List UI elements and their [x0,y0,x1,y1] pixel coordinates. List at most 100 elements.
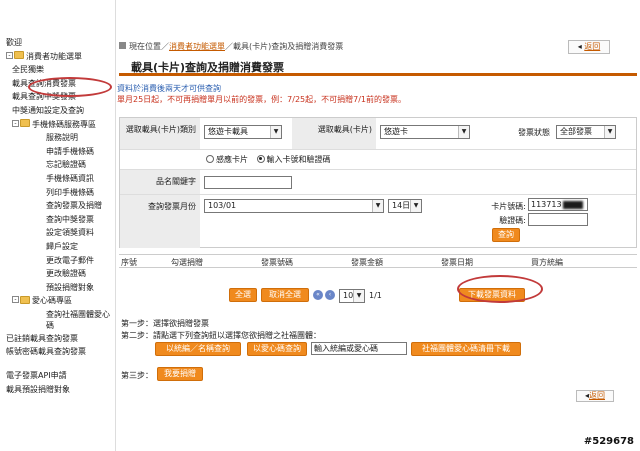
sidebar-item[interactable]: 歸戶設定 [0,240,115,254]
col-invoice-no: 發票號碼 [261,258,293,267]
arrow-icon [119,42,126,49]
back-button-bottom[interactable]: ◂返回 [576,390,614,402]
sidebar-item-label: 查詢社福團體愛心碼 [46,309,110,330]
sidebar-item[interactable]: 已註銷載具查詢發票 [0,332,115,346]
col-buyer-id: 買方統編 [531,258,563,267]
search-by-id-button[interactable]: 以統編／名稱查詢 [155,342,241,356]
page-size-select[interactable]: 10 ▼ [339,289,365,303]
back-button-top[interactable]: ◂ 返回 [568,40,610,54]
sidebar-item-label: 歸戶設定 [46,241,78,251]
breadcrumb-current: ／載具(卡片)查詢及捐贈消費發票 [225,42,344,51]
month-select[interactable]: 103/01 ▼ [204,199,384,213]
card-no-input[interactable]: 113713 [528,198,588,211]
sidebar-item[interactable]: 忘記驗證碼 [0,158,115,172]
first-page-icon[interactable]: « [313,290,323,300]
sidebar-item-label: 申請手機條碼 [46,146,94,156]
watermark-id: #529678 [583,436,634,447]
sidebar-item[interactable]: 手機條碼資訊 [0,172,115,186]
sidebar-item-label: 消費者功能選單 [26,51,82,61]
sidebar-item-label: 手機條碼資訊 [46,173,94,183]
download-charity-list-button[interactable]: 社福團體愛心碼清冊下載 [411,342,521,356]
confirm-donate-button[interactable]: 我要捐贈 [157,367,203,381]
collapse-icon[interactable]: - [12,296,19,304]
sidebar-item-label: 服務說明 [46,133,78,143]
sidebar-item[interactable]: - 手機條碼服務專區 [0,118,115,132]
sidebar-item-label: 列印手機條碼 [46,187,94,197]
sidebar-item-label: 愛心碼專區 [32,296,72,306]
sidebar-item[interactable]: 列印手機條碼 [0,186,115,200]
sidebar-item-label: 手機條碼服務專區 [32,119,96,129]
sidebar-item[interactable]: 更改電子郵件 [0,254,115,268]
back-label: 返回 [584,42,601,51]
keyword-input[interactable] [204,176,292,189]
notice-line-1: 資料於消費後兩天才可供查詢 [117,84,221,93]
sidebar-item[interactable]: 更改驗證碼 [0,267,115,281]
sidebar-item-label: 忘記驗證碼 [46,160,86,170]
collapse-icon[interactable]: - [6,51,13,59]
collapse-icon[interactable]: - [12,119,19,127]
sidebar-item-label: 載具查詢中獎發票 [12,92,76,102]
invoice-table-header: 序號 勾選捐贈 發票號碼 發票金額 發票日期 買方統編 [119,254,637,268]
step-1-text: 第一步：選擇欲捐贈發票 [121,319,209,328]
select-all-button[interactable]: 全選 [229,288,257,302]
divider [120,149,636,150]
folder-icon [20,295,30,304]
sidebar-item[interactable]: 申請手機條碼 [0,145,115,159]
folder-icon [20,119,30,128]
day-select[interactable]: 14日 ▼ [388,199,422,213]
carrier-select[interactable]: 悠遊卡 ▼ [380,125,470,139]
sidebar-item[interactable]: 全民獨樂 [0,63,115,77]
prev-page-icon[interactable]: ‹ [325,290,335,300]
sidebar-item[interactable]: 載具預設捐贈對象 [0,383,115,397]
sidebar-item-label: 已註銷載具查詢發票 [6,333,78,343]
donation-code-input[interactable]: 輸入統編或愛心碼 [311,342,407,355]
radio-checked-icon [256,154,265,163]
sidebar-item-label: 歡迎 [6,38,22,47]
sidebar-item-label: 載具預設捐贈對象 [6,385,70,395]
sidebar-item[interactable]: 帳號密碼載具查詢發票 [0,345,115,369]
carrier-type-select[interactable]: 悠遊卡載具 ▼ [204,125,282,139]
page-title: 載具(卡片)查詢及捐贈消費發票 [131,61,285,74]
cancel-all-button[interactable]: 取消全選 [261,288,309,302]
col-serial: 序號 [121,258,137,267]
verify-input[interactable] [528,213,588,226]
query-button[interactable]: 查詢 [492,228,520,242]
sidebar-item[interactable]: 查詢社福團體愛心碼 [0,308,115,332]
sidebar-item-label: 更改電子郵件 [46,255,94,265]
sidebar-item[interactable]: - 消費者功能選單 [0,50,115,64]
radio-group: 感應卡片 輸入卡號和驗證碼 [206,154,331,165]
breadcrumb-link[interactable]: 消費者功能選單 [169,42,225,51]
sidebar-item-label: 查詢中獎發票 [46,214,94,224]
sidebar-item[interactable]: 查詢中獎發票 [0,213,115,227]
chevron-down-icon: ▼ [372,200,383,212]
sidebar-item[interactable]: 電子發票API申請 [0,369,115,383]
pager-bar: 全選 取消全選 « ‹ 10 ▼ 1/1 下載發票資料 [117,286,640,306]
col-donate: 勾選捐贈 [171,258,203,267]
sidebar-item-label: 中獎通知設定及查詢 [12,105,84,115]
radio-input-card[interactable]: 輸入卡號和驗證碼 [256,154,331,164]
sidebar-item-label: 預設捐贈對象 [46,282,94,292]
chevron-down-icon: ▼ [458,126,469,138]
sidebar-item[interactable]: 查詢發票及捐贈 [0,199,115,213]
download-invoice-button[interactable]: 下載發票資料 [459,288,525,302]
notice-line-2: 單月25日起，不可再捐贈單月以前的發票，例：7/25起，不可捐贈7/1前的發票。 [117,95,407,104]
breadcrumb-prefix: 現在位置／ [129,42,169,51]
col-date: 發票日期 [441,258,473,267]
search-by-code-button[interactable]: 以愛心碼查詢 [247,342,307,356]
redacted-mask [562,200,583,209]
status-select[interactable]: 全部發票 ▼ [556,125,616,139]
step-3-text: 第三步： [121,371,153,380]
sidebar-item[interactable]: 中獎通知設定及查詢 [0,104,115,118]
sidebar-item[interactable]: 載具查詢消費發票 [0,77,115,91]
back-label: 返回 [589,391,605,400]
sidebar-item[interactable]: 服務說明 [0,131,115,145]
sidebar-item-label: 更改驗證碼 [46,269,86,279]
sidebar-item[interactable]: 預設捐贈對象 [0,281,115,295]
folder-icon [14,51,24,60]
sidebar-item[interactable]: 載具查詢中獎發票 [0,90,115,104]
sidebar-item[interactable]: 設定領獎資料 [0,226,115,240]
radio-physical-card[interactable]: 感應卡片 [206,154,248,164]
page-info: 1/1 [369,291,382,300]
sidebar-item[interactable]: - 愛心碼專區 [0,294,115,308]
sidebar-item[interactable]: 歡迎 [0,36,115,50]
